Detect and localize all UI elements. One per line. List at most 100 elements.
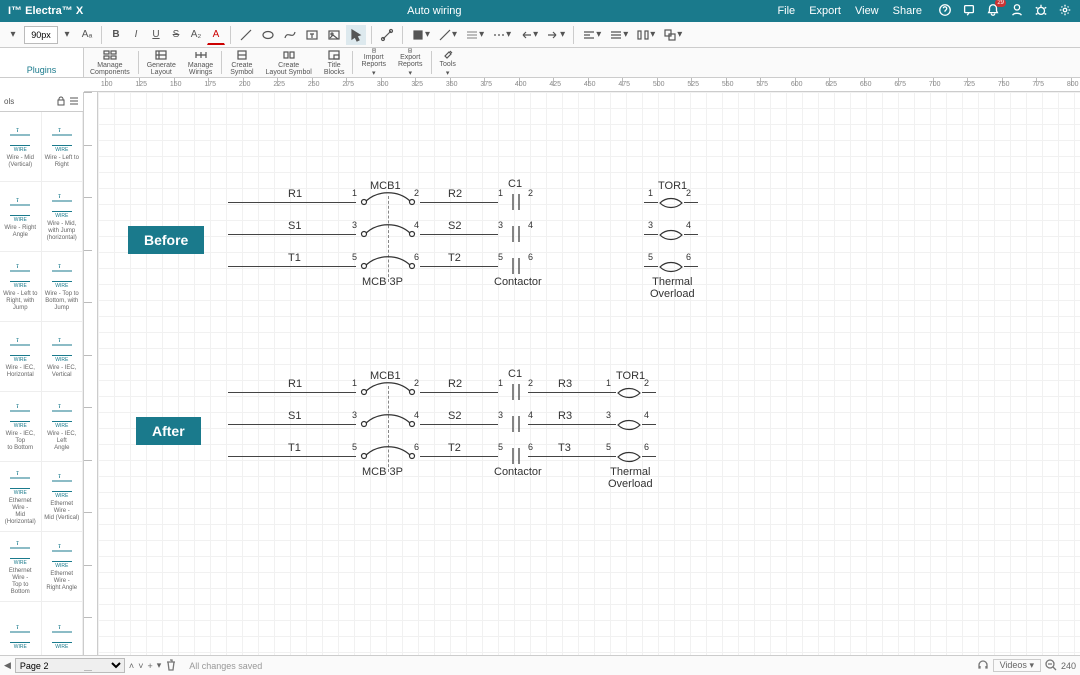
user-icon[interactable]: [1010, 3, 1024, 20]
distribute-button[interactable]: ▾: [633, 25, 658, 45]
pointer-tool[interactable]: [346, 25, 366, 45]
feedback-icon[interactable]: [962, 3, 976, 20]
plugins-ribbon: Plugins Manage Components Generate Layou…: [0, 48, 1080, 78]
font-color-button[interactable]: A: [207, 25, 225, 45]
drawing-canvas[interactable]: BeforeMCB1C1TOR1R112R21212S134S23434T156…: [98, 92, 1080, 655]
lock-icon[interactable]: [56, 96, 66, 108]
font-size-input[interactable]: [24, 26, 58, 44]
svg-text:T: T: [16, 541, 19, 547]
align-left-button[interactable]: ▾: [579, 25, 604, 45]
stencil-item[interactable]: TWIREEthernet Wire -Mid (Vertical): [42, 462, 84, 532]
svg-text:T: T: [58, 474, 61, 480]
format-toolbar: ▾ ▾ Aₐ B I U S A₂ A ▾ ▾ ▾ ▾ ▾ ▾ ▾ ▾ ▾ ▾: [0, 22, 1080, 48]
horizontal-ruler: 1001251501752002252502753003253503754004…: [84, 78, 1080, 92]
workspace: ols TWIREWire - Mid(Vertical)TWIREWire -…: [0, 92, 1080, 655]
fill-color-button[interactable]: ▾: [408, 25, 433, 45]
svg-text:T: T: [16, 128, 19, 134]
line-tool[interactable]: [236, 25, 256, 45]
stencil-item[interactable]: TWIRE: [0, 602, 42, 655]
help-icon[interactable]: [938, 3, 952, 20]
menu-icon[interactable]: [69, 96, 79, 108]
prev-page-button[interactable]: ◀: [4, 660, 11, 671]
font-scale-button[interactable]: Aₐ: [78, 25, 96, 45]
delete-page-button[interactable]: [165, 659, 177, 673]
line-weight-button[interactable]: ▾: [462, 25, 487, 45]
create-layout-symbol-button[interactable]: Create Layout Symbol: [260, 48, 318, 77]
import-reports-button[interactable]: Import Reports▾: [355, 48, 392, 77]
align-middle-button[interactable]: ▾: [606, 25, 631, 45]
title-blocks-button[interactable]: Title Blocks: [318, 48, 351, 77]
manage-wirings-button[interactable]: Manage Wirings: [182, 48, 219, 77]
font-size-control[interactable]: ▾: [24, 25, 76, 45]
svg-text:T: T: [16, 625, 19, 631]
underline-button[interactable]: U: [147, 25, 165, 45]
stencil-item[interactable]: TWIREWire - Left toRight, withJump: [0, 252, 42, 322]
stencil-item[interactable]: TWIREWire - IEC, LeftAngle: [42, 392, 84, 462]
bug-icon[interactable]: [1034, 3, 1048, 20]
menu-view[interactable]: View: [855, 5, 879, 17]
app-logo: I™ Electra™ X: [0, 5, 91, 17]
plugins-tab[interactable]: Plugins: [0, 48, 84, 77]
stencil-item[interactable]: TWIREEthernet Wire -Mid(Horizontal): [0, 462, 42, 532]
titlebar: I™ Electra™ X Auto wiring File Export Vi…: [0, 0, 1080, 22]
settings-icon[interactable]: [1058, 3, 1072, 20]
stencil-item[interactable]: TWIREWire - RightAngle: [0, 182, 42, 252]
line-style-button[interactable]: ▾: [489, 25, 514, 45]
curve-tool[interactable]: [280, 25, 300, 45]
tools-button[interactable]: Tools▾: [434, 48, 462, 77]
strikethrough-button[interactable]: S: [167, 25, 185, 45]
page-selector[interactable]: Page 2: [15, 658, 125, 673]
stencil-panel: ols TWIREWire - Mid(Vertical)TWIREWire -…: [0, 92, 84, 655]
arrow-end-button[interactable]: ▾: [543, 25, 568, 45]
italic-button[interactable]: I: [127, 25, 145, 45]
subscript-button[interactable]: A₂: [187, 25, 205, 45]
stencil-item[interactable]: TWIRE: [42, 602, 84, 655]
svg-text:T: T: [58, 625, 61, 631]
bold-button[interactable]: B: [107, 25, 125, 45]
stencil-header: ols: [0, 92, 83, 112]
stencil-item[interactable]: TWIREWire - Mid(Vertical): [0, 112, 42, 182]
chevron-down-icon[interactable]: ▾: [58, 25, 76, 45]
svg-text:T: T: [16, 264, 19, 270]
menu-file[interactable]: File: [777, 5, 795, 17]
add-page-button[interactable]: +: [147, 661, 152, 671]
headset-icon[interactable]: [977, 659, 989, 673]
line-color-button[interactable]: ▾: [435, 25, 460, 45]
zoom-out-button[interactable]: [1045, 659, 1057, 673]
generate-layout-button[interactable]: Generate Layout: [141, 48, 182, 77]
statusbar: ◀ Page 2 ˄ ˅ + ▾ All changes saved Video…: [0, 655, 1080, 675]
stencil-item[interactable]: TWIREWire - Left toRight: [42, 112, 84, 182]
page-options-button[interactable]: ▾: [157, 660, 162, 671]
stencil-item[interactable]: TWIREEthernet Wire -Right Angle: [42, 532, 84, 602]
stencil-item[interactable]: TWIREEthernet Wire -Top to Bottom: [0, 532, 42, 602]
font-family-dropdown[interactable]: ▾: [4, 25, 22, 45]
arrow-start-button[interactable]: ▾: [516, 25, 541, 45]
svg-text:T: T: [58, 194, 61, 200]
image-tool[interactable]: [324, 25, 344, 45]
create-symbol-button[interactable]: Create Symbol: [224, 48, 259, 77]
videos-button[interactable]: Videos ▾: [993, 659, 1041, 672]
svg-text:T: T: [16, 471, 19, 477]
page-up-button[interactable]: ˄: [129, 661, 134, 671]
export-reports-button[interactable]: Export Reports▾: [392, 48, 429, 77]
svg-text:T: T: [16, 338, 19, 344]
stencil-item[interactable]: TWIREWire - IEC,Vertical: [42, 322, 84, 392]
svg-text:T: T: [58, 264, 61, 270]
stencil-item[interactable]: TWIREWire - IEC,Horizontal: [0, 322, 42, 392]
ellipse-tool[interactable]: [258, 25, 278, 45]
stencil-item[interactable]: TWIREWire - Mid,with Jump(horizontal): [42, 182, 84, 252]
menu-share[interactable]: Share: [893, 5, 922, 17]
connector-tool[interactable]: [377, 25, 397, 45]
arrange-button[interactable]: ▾: [660, 25, 685, 45]
stencil-item[interactable]: TWIREWire - Top toBottom, withJump: [42, 252, 84, 322]
save-status: All changes saved: [181, 661, 262, 671]
svg-text:T: T: [58, 338, 61, 344]
page-down-button[interactable]: ˅: [138, 661, 143, 671]
notifications-icon[interactable]: [986, 3, 1000, 20]
zoom-value: 240: [1057, 661, 1080, 671]
document-title: Auto wiring: [91, 5, 777, 17]
menu-export[interactable]: Export: [809, 5, 841, 17]
manage-components-button[interactable]: Manage Components: [84, 48, 136, 77]
text-tool[interactable]: [302, 25, 322, 45]
stencil-item[interactable]: TWIREWire - IEC, Topto Bottom: [0, 392, 42, 462]
